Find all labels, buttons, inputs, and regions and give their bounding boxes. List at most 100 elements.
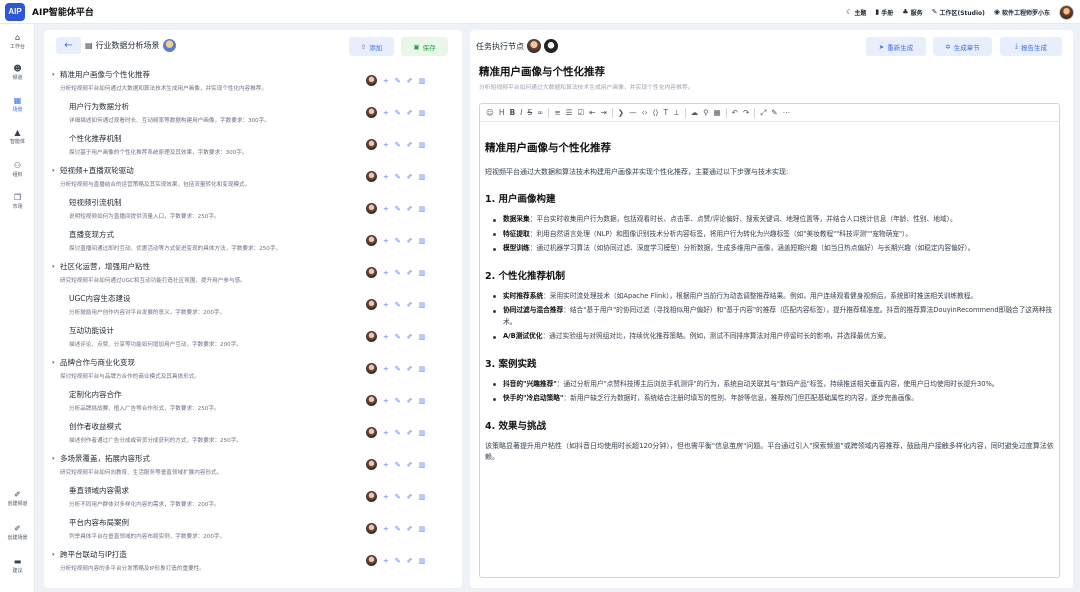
add-icon[interactable]: + [383, 397, 389, 405]
outline-node[interactable]: 用户行为数据分析 详细描述如何通过观看时长、互动频率等数据构建用户画像，字数要求：… [44, 101, 462, 133]
code-icon[interactable]: ‹› [642, 108, 648, 117]
outline-node[interactable]: UGC内容生态建设 分析鼓励用户创作内容对平台发展的意义，字数要求：200字。 + ✎… [44, 293, 462, 325]
edit-icon[interactable]: ✎ [395, 77, 401, 85]
back-button[interactable]: ← [56, 37, 81, 54]
outline-node[interactable]: 直播变现方式 探讨直播间通过即时互动、优惠活动等方式促进变现的具体方法，字数要求：… [44, 229, 462, 261]
sidebar-item[interactable]: ▲ 智能体 [0, 128, 35, 145]
delete-icon[interactable]: ▥ [419, 365, 426, 373]
write-icon[interactable]: ✐ [407, 557, 413, 565]
outline-node[interactable]: 垂直领域内容需求 分析不同用户群体对多样化内容的需求，字数要求：200字。 + ✎ ✐ ▥ [44, 485, 462, 517]
collapse-caret-icon[interactable]: ▾ [52, 72, 55, 78]
topbar-item[interactable]: ✎ 工作区(Studio) [932, 8, 985, 17]
add-icon[interactable]: + [383, 77, 389, 85]
delete-icon[interactable]: ▥ [419, 109, 426, 117]
edit-icon[interactable]: ✎ [395, 141, 401, 149]
underline-icon[interactable]: ⊥ [673, 108, 680, 117]
delete-icon[interactable]: ▥ [419, 333, 426, 341]
edit-icon[interactable]: ✎ [395, 429, 401, 437]
write-icon[interactable]: ✐ [407, 237, 413, 245]
add-icon[interactable]: + [383, 557, 389, 565]
indent-icon[interactable]: ⇥ [600, 108, 606, 117]
outline-node[interactable]: 定制化内容合作 分析品牌挑战赛、植入广告等合作形式，字数要求：250字。 + ✎ ✐ ▥ [44, 389, 462, 421]
redo-icon[interactable]: ↷ [743, 108, 749, 117]
edit-icon[interactable]: ✎ [395, 173, 401, 181]
assignee-avatar[interactable] [366, 427, 377, 438]
report-generate-button[interactable]: ⤓ 报告生成 [1000, 37, 1062, 56]
write-icon[interactable]: ✐ [407, 365, 413, 373]
delete-icon[interactable]: ▥ [419, 173, 426, 181]
add-icon[interactable]: + [383, 109, 389, 117]
more-icon[interactable]: ⋯ [783, 108, 791, 117]
write-icon[interactable]: ✐ [407, 525, 413, 533]
add-icon[interactable]: + [383, 237, 389, 245]
write-icon[interactable]: ✐ [407, 461, 413, 469]
edit-icon[interactable]: ✎ [395, 461, 401, 469]
write-icon[interactable]: ✐ [407, 77, 413, 85]
collapse-caret-icon[interactable]: ▾ [52, 552, 55, 558]
add-icon[interactable]: + [383, 333, 389, 341]
assignee-avatar[interactable] [366, 523, 377, 534]
assignee-avatar[interactable] [366, 139, 377, 150]
topbar-item[interactable]: ♣ 服务 [902, 8, 922, 17]
table-icon[interactable]: ▦ [714, 108, 721, 117]
assignee-avatar[interactable] [366, 107, 377, 118]
sidebar-item[interactable]: ▦ 场景 [0, 96, 35, 113]
add-icon[interactable]: + [383, 173, 389, 181]
outline-node[interactable]: 跨平台联动与IP打造 分析短视频内容的多平台分发策略及IP形象打造的重要性。 ▾ + ✎… [44, 549, 462, 581]
delete-icon[interactable]: ▥ [419, 525, 426, 533]
write-icon[interactable]: ✐ [407, 301, 413, 309]
add-button[interactable]: ⇧ 添加 [349, 37, 394, 56]
assignee-avatar[interactable] [366, 331, 377, 342]
write-icon[interactable]: ✐ [407, 141, 413, 149]
undo-icon[interactable]: ↶ [732, 108, 738, 117]
assignee-avatar[interactable] [366, 235, 377, 246]
delete-icon[interactable]: ▥ [419, 397, 426, 405]
task-avatar[interactable] [527, 39, 541, 53]
write-icon[interactable]: ✐ [407, 493, 413, 501]
delete-icon[interactable]: ▥ [419, 429, 426, 437]
delete-icon[interactable]: ▥ [419, 205, 426, 213]
rich-text-editor[interactable]: ☺ H B I S ∞ ≡ ☰ ☑ ⇤ ⇥ ❯ — ‹› ⟨⟩ T ⊥ ☁ ⚲ ▦ ↶ ↷ ⤢ ✎ ⋯ 精准用户画像与… [479, 103, 1060, 578]
delete-icon[interactable]: ▥ [419, 269, 426, 277]
delete-icon[interactable]: ▥ [419, 301, 426, 309]
collapse-caret-icon[interactable]: ▾ [52, 168, 55, 174]
delete-icon[interactable]: ▥ [419, 557, 426, 565]
outline-node[interactable]: 短视频+直播双轮驱动 分析短视频与直播结合的运营策略及其实现效果，包括流量转化和变… [44, 165, 462, 197]
save-button[interactable]: ▣ 保存 [401, 37, 448, 56]
edit-icon[interactable]: ✎ [395, 557, 401, 565]
edit-icon[interactable]: ✎ [395, 493, 401, 501]
outline-node[interactable]: 多场景覆盖，拓展内容形式 研究短视频平台如何向教育、生活服务等垂直领域扩展内容形式… [44, 453, 462, 485]
code-block-icon[interactable]: ⟨⟩ [653, 108, 659, 117]
add-icon[interactable]: + [383, 301, 389, 309]
assignee-avatar[interactable] [366, 171, 377, 182]
collapse-caret-icon[interactable]: ▾ [52, 360, 55, 366]
assignee-avatar[interactable] [366, 459, 377, 470]
generate-chapter-button[interactable]: ✲ 生成章节 [933, 37, 992, 56]
app-logo[interactable]: AIP [5, 2, 25, 21]
add-icon[interactable]: + [383, 365, 389, 373]
assignee-avatar[interactable] [366, 395, 377, 406]
outline-node[interactable]: 精准用户画像与个性化推荐 分析短视频平台如何通过大数据和算法技术生成用户画像，并实… [44, 69, 462, 101]
text-icon[interactable]: T [663, 108, 668, 117]
collapse-caret-icon[interactable]: ▾ [52, 264, 55, 270]
regenerate-button[interactable]: ➤ 重新生成 [866, 37, 926, 56]
write-icon[interactable]: ✐ [407, 333, 413, 341]
edit-icon[interactable]: ✎ [395, 525, 401, 533]
assignee-avatar[interactable] [366, 363, 377, 374]
video-icon[interactable]: ⚲ [703, 108, 709, 117]
sidebar-item[interactable]: ▬ 建议 [0, 557, 35, 574]
delete-icon[interactable]: ▥ [419, 141, 426, 149]
sidebar-item[interactable]: ✐ 创建频道 [0, 490, 35, 507]
assignee-avatar[interactable] [366, 555, 377, 566]
add-icon[interactable]: + [383, 461, 389, 469]
edit-icon[interactable]: ✎ [395, 365, 401, 373]
collapse-caret-icon[interactable]: ▾ [52, 456, 55, 462]
editor-content[interactable]: 精准用户画像与个性化推荐 短视频平台通过大数据和算法技术构建用户画像并实现个性化推… [485, 140, 1055, 463]
user-avatar[interactable] [1059, 4, 1074, 20]
assignee-avatar[interactable] [366, 491, 377, 502]
outdent-icon[interactable]: ⇤ [589, 108, 595, 117]
fullscreen-icon[interactable]: ⤢ [760, 108, 766, 118]
edit-icon[interactable]: ✎ [395, 269, 401, 277]
edit-icon[interactable]: ✎ [395, 333, 401, 341]
sidebar-item[interactable]: ⌂ 工作台 [0, 33, 35, 50]
